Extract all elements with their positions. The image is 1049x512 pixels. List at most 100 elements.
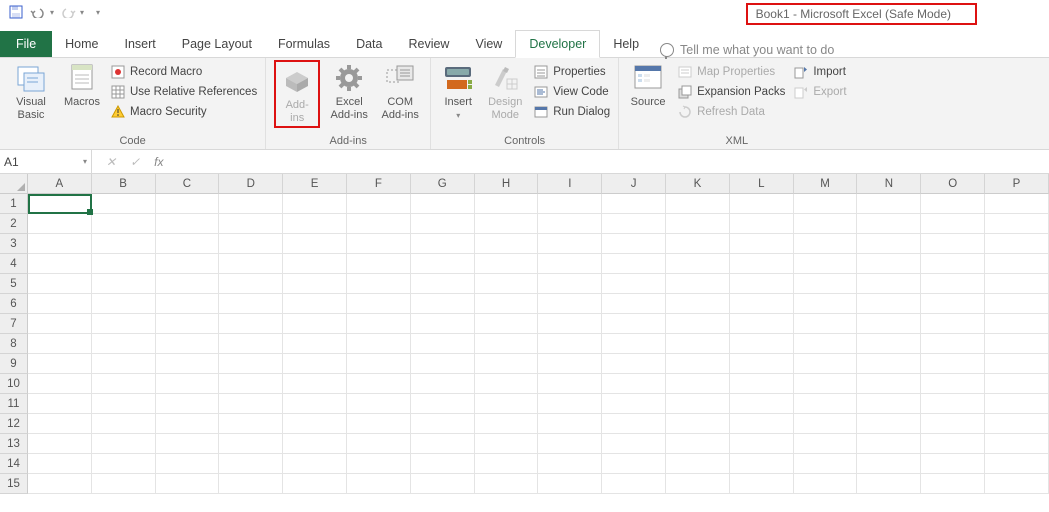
cell[interactable] (475, 314, 539, 334)
cell[interactable] (28, 354, 92, 374)
map-properties-button[interactable]: Map Properties (677, 62, 785, 82)
cell[interactable] (666, 454, 730, 474)
col-header-C[interactable]: C (156, 174, 220, 194)
row-header-12[interactable]: 12 (0, 414, 28, 434)
cell[interactable] (28, 234, 92, 254)
cell[interactable] (921, 314, 985, 334)
cell[interactable] (283, 194, 347, 214)
cell[interactable] (538, 294, 602, 314)
cell[interactable] (921, 194, 985, 214)
cell[interactable] (475, 334, 539, 354)
cell[interactable] (156, 334, 220, 354)
cell[interactable] (411, 414, 475, 434)
cell[interactable] (475, 374, 539, 394)
cell[interactable] (857, 254, 921, 274)
cell[interactable] (475, 474, 539, 494)
name-box-dropdown-icon[interactable]: ▾ (83, 157, 87, 166)
cell[interactable] (730, 294, 794, 314)
tab-formulas[interactable]: Formulas (265, 31, 343, 57)
cell[interactable] (985, 414, 1049, 434)
cell[interactable] (219, 454, 283, 474)
cell[interactable] (921, 274, 985, 294)
cell[interactable] (28, 434, 92, 454)
cell[interactable] (794, 254, 858, 274)
cell[interactable] (985, 434, 1049, 454)
cell[interactable] (666, 294, 730, 314)
cell[interactable] (219, 294, 283, 314)
cell[interactable] (92, 234, 156, 254)
cell[interactable] (921, 454, 985, 474)
cell[interactable] (219, 354, 283, 374)
cell[interactable] (985, 194, 1049, 214)
cell[interactable] (92, 294, 156, 314)
cell[interactable] (794, 474, 858, 494)
cell[interactable] (730, 374, 794, 394)
cell[interactable] (538, 254, 602, 274)
cell[interactable] (92, 434, 156, 454)
cell[interactable] (475, 234, 539, 254)
cell[interactable] (219, 374, 283, 394)
cell[interactable] (475, 354, 539, 374)
cell[interactable] (794, 234, 858, 254)
cell[interactable] (921, 334, 985, 354)
cell[interactable] (857, 454, 921, 474)
cell[interactable] (92, 474, 156, 494)
cell[interactable] (985, 334, 1049, 354)
cell[interactable] (857, 214, 921, 234)
cell[interactable] (921, 294, 985, 314)
cell[interactable] (156, 314, 220, 334)
cell[interactable] (794, 434, 858, 454)
cell[interactable] (92, 454, 156, 474)
cell[interactable] (219, 254, 283, 274)
cell[interactable] (411, 274, 475, 294)
cell[interactable] (156, 294, 220, 314)
cell[interactable] (985, 294, 1049, 314)
cell[interactable] (475, 254, 539, 274)
row-header-1[interactable]: 1 (0, 194, 28, 214)
fx-icon[interactable]: fx (154, 155, 163, 169)
cell[interactable] (538, 234, 602, 254)
cell[interactable] (347, 294, 411, 314)
row-header-9[interactable]: 9 (0, 354, 28, 374)
cell[interactable] (666, 394, 730, 414)
save-icon[interactable] (8, 4, 24, 20)
macros-button[interactable]: Macros (62, 62, 102, 109)
worksheet-grid[interactable]: ABCDEFGHIJKLMNOP 123456789101112131415 (0, 174, 1049, 494)
row-header-14[interactable]: 14 (0, 454, 28, 474)
cell[interactable] (283, 394, 347, 414)
cell[interactable] (156, 194, 220, 214)
insert-button[interactable]: Insert ▾ (439, 62, 477, 120)
cell[interactable] (857, 354, 921, 374)
row-header-4[interactable]: 4 (0, 254, 28, 274)
cell[interactable] (538, 434, 602, 454)
qat-customize-icon[interactable]: ▾ (96, 8, 100, 17)
row-header-7[interactable]: 7 (0, 314, 28, 334)
cell[interactable] (985, 454, 1049, 474)
cell[interactable] (411, 454, 475, 474)
col-header-N[interactable]: N (857, 174, 921, 194)
cell[interactable] (283, 414, 347, 434)
col-header-I[interactable]: I (538, 174, 602, 194)
cell[interactable] (602, 394, 666, 414)
cell[interactable] (283, 434, 347, 454)
cell[interactable] (602, 274, 666, 294)
macro-security-button[interactable]: Macro Security (110, 102, 257, 122)
cell[interactable] (411, 314, 475, 334)
cell[interactable] (538, 374, 602, 394)
cell[interactable] (347, 414, 411, 434)
cell[interactable] (666, 474, 730, 494)
cell[interactable] (538, 214, 602, 234)
cell[interactable] (156, 454, 220, 474)
cell[interactable] (794, 334, 858, 354)
cell[interactable] (156, 354, 220, 374)
cell[interactable] (730, 274, 794, 294)
cell[interactable] (730, 354, 794, 374)
cell[interactable] (475, 194, 539, 214)
cell[interactable] (666, 334, 730, 354)
addins-button[interactable]: Add- ins (278, 65, 316, 124)
cell[interactable] (92, 334, 156, 354)
cell[interactable] (219, 474, 283, 494)
col-header-L[interactable]: L (730, 174, 794, 194)
cell[interactable] (730, 194, 794, 214)
cell[interactable] (730, 414, 794, 434)
